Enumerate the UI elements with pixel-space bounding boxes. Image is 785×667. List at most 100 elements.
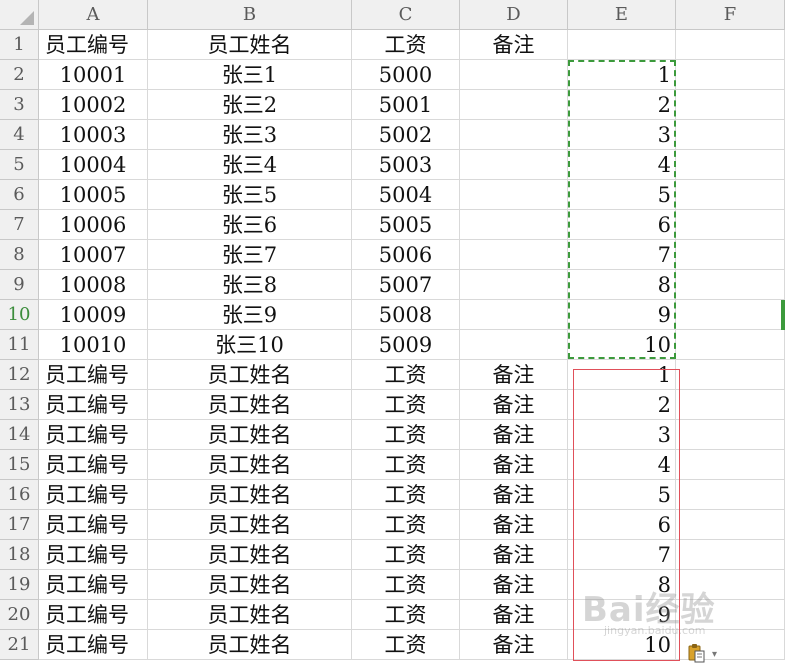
cell-c7[interactable]: 5005 xyxy=(352,210,460,240)
cell-b16[interactable]: 员工姓名 xyxy=(148,480,352,510)
cell-c13[interactable]: 工资 xyxy=(352,390,460,420)
cell-e8[interactable]: 7 xyxy=(568,240,676,270)
column-header-e[interactable]: E xyxy=(568,0,676,30)
row-header-15[interactable]: 15 xyxy=(0,450,39,480)
row-header-17[interactable]: 17 xyxy=(0,510,39,540)
cell-a15[interactable]: 员工编号 xyxy=(39,450,148,480)
cell-d14[interactable]: 备注 xyxy=(460,420,568,450)
cell-f8[interactable] xyxy=(676,240,785,270)
cell-c8[interactable]: 5006 xyxy=(352,240,460,270)
cell-b9[interactable]: 张三8 xyxy=(148,270,352,300)
cell-d1[interactable]: 备注 xyxy=(460,30,568,60)
cell-f17[interactable] xyxy=(676,510,785,540)
column-header-a[interactable]: A xyxy=(39,0,148,30)
cell-e5[interactable]: 4 xyxy=(568,150,676,180)
row-header-2[interactable]: 2 xyxy=(0,60,39,90)
cell-f16[interactable] xyxy=(676,480,785,510)
cell-d9[interactable] xyxy=(460,270,568,300)
paste-options-button[interactable] xyxy=(686,643,706,663)
row-header-19[interactable]: 19 xyxy=(0,570,39,600)
row-header-5[interactable]: 5 xyxy=(0,150,39,180)
row-header-11[interactable]: 11 xyxy=(0,330,39,360)
cell-d3[interactable] xyxy=(460,90,568,120)
cell-e9[interactable]: 8 xyxy=(568,270,676,300)
cell-f2[interactable] xyxy=(676,60,785,90)
cell-b2[interactable]: 张三1 xyxy=(148,60,352,90)
cell-a1[interactable]: 员工编号 xyxy=(39,30,148,60)
paste-options-dropdown[interactable]: ▾ xyxy=(712,650,717,660)
cell-a7[interactable]: 10006 xyxy=(39,210,148,240)
cell-a11[interactable]: 10010 xyxy=(39,330,148,360)
cell-b17[interactable]: 员工姓名 xyxy=(148,510,352,540)
cell-a8[interactable]: 10007 xyxy=(39,240,148,270)
cell-b6[interactable]: 张三5 xyxy=(148,180,352,210)
cell-b21[interactable]: 员工姓名 xyxy=(148,630,352,660)
cell-a18[interactable]: 员工编号 xyxy=(39,540,148,570)
cell-a19[interactable]: 员工编号 xyxy=(39,570,148,600)
cell-e10[interactable]: 9 xyxy=(568,300,676,330)
cell-c17[interactable]: 工资 xyxy=(352,510,460,540)
cell-c5[interactable]: 5003 xyxy=(352,150,460,180)
cell-c4[interactable]: 5002 xyxy=(352,120,460,150)
cell-f15[interactable] xyxy=(676,450,785,480)
cell-e15[interactable]: 4 xyxy=(568,450,676,480)
cell-f14[interactable] xyxy=(676,420,785,450)
row-header-10[interactable]: 10 xyxy=(0,300,39,330)
cell-d19[interactable]: 备注 xyxy=(460,570,568,600)
cell-a3[interactable]: 10002 xyxy=(39,90,148,120)
cell-e6[interactable]: 5 xyxy=(568,180,676,210)
cell-a5[interactable]: 10004 xyxy=(39,150,148,180)
cell-c18[interactable]: 工资 xyxy=(352,540,460,570)
cell-b13[interactable]: 员工姓名 xyxy=(148,390,352,420)
cell-a13[interactable]: 员工编号 xyxy=(39,390,148,420)
cell-e4[interactable]: 3 xyxy=(568,120,676,150)
row-header-8[interactable]: 8 xyxy=(0,240,39,270)
cell-a6[interactable]: 10005 xyxy=(39,180,148,210)
cell-a20[interactable]: 员工编号 xyxy=(39,600,148,630)
cell-d12[interactable]: 备注 xyxy=(460,360,568,390)
cell-c3[interactable]: 5001 xyxy=(352,90,460,120)
cell-f1[interactable] xyxy=(676,30,785,60)
cell-f12[interactable] xyxy=(676,360,785,390)
cell-c10[interactable]: 5008 xyxy=(352,300,460,330)
row-header-12[interactable]: 12 xyxy=(0,360,39,390)
cell-a12[interactable]: 员工编号 xyxy=(39,360,148,390)
cell-c20[interactable]: 工资 xyxy=(352,600,460,630)
cell-e12[interactable]: 1 xyxy=(568,360,676,390)
cell-d2[interactable] xyxy=(460,60,568,90)
cell-c11[interactable]: 5009 xyxy=(352,330,460,360)
cell-d15[interactable]: 备注 xyxy=(460,450,568,480)
cell-f9[interactable] xyxy=(676,270,785,300)
row-header-7[interactable]: 7 xyxy=(0,210,39,240)
cell-a10[interactable]: 10009 xyxy=(39,300,148,330)
row-header-20[interactable]: 20 xyxy=(0,600,39,630)
cell-e17[interactable]: 6 xyxy=(568,510,676,540)
cell-d11[interactable] xyxy=(460,330,568,360)
cell-b14[interactable]: 员工姓名 xyxy=(148,420,352,450)
cell-c15[interactable]: 工资 xyxy=(352,450,460,480)
cell-b20[interactable]: 员工姓名 xyxy=(148,600,352,630)
cell-c21[interactable]: 工资 xyxy=(352,630,460,660)
cell-f3[interactable] xyxy=(676,90,785,120)
column-header-f[interactable]: F xyxy=(676,0,785,30)
cell-f7[interactable] xyxy=(676,210,785,240)
cell-e21[interactable]: 10 xyxy=(568,630,676,660)
cell-c1[interactable]: 工资 xyxy=(352,30,460,60)
row-header-4[interactable]: 4 xyxy=(0,120,39,150)
cell-d4[interactable] xyxy=(460,120,568,150)
cell-d10[interactable] xyxy=(460,300,568,330)
cell-b19[interactable]: 员工姓名 xyxy=(148,570,352,600)
cell-f20[interactable] xyxy=(676,600,785,630)
column-header-d[interactable]: D xyxy=(460,0,568,30)
cell-c9[interactable]: 5007 xyxy=(352,270,460,300)
cell-e13[interactable]: 2 xyxy=(568,390,676,420)
cell-f4[interactable] xyxy=(676,120,785,150)
row-header-9[interactable]: 9 xyxy=(0,270,39,300)
row-header-14[interactable]: 14 xyxy=(0,420,39,450)
cell-a14[interactable]: 员工编号 xyxy=(39,420,148,450)
cell-f10[interactable] xyxy=(676,300,785,330)
cell-e7[interactable]: 6 xyxy=(568,210,676,240)
cell-b1[interactable]: 员工姓名 xyxy=(148,30,352,60)
cell-a4[interactable]: 10003 xyxy=(39,120,148,150)
row-header-18[interactable]: 18 xyxy=(0,540,39,570)
